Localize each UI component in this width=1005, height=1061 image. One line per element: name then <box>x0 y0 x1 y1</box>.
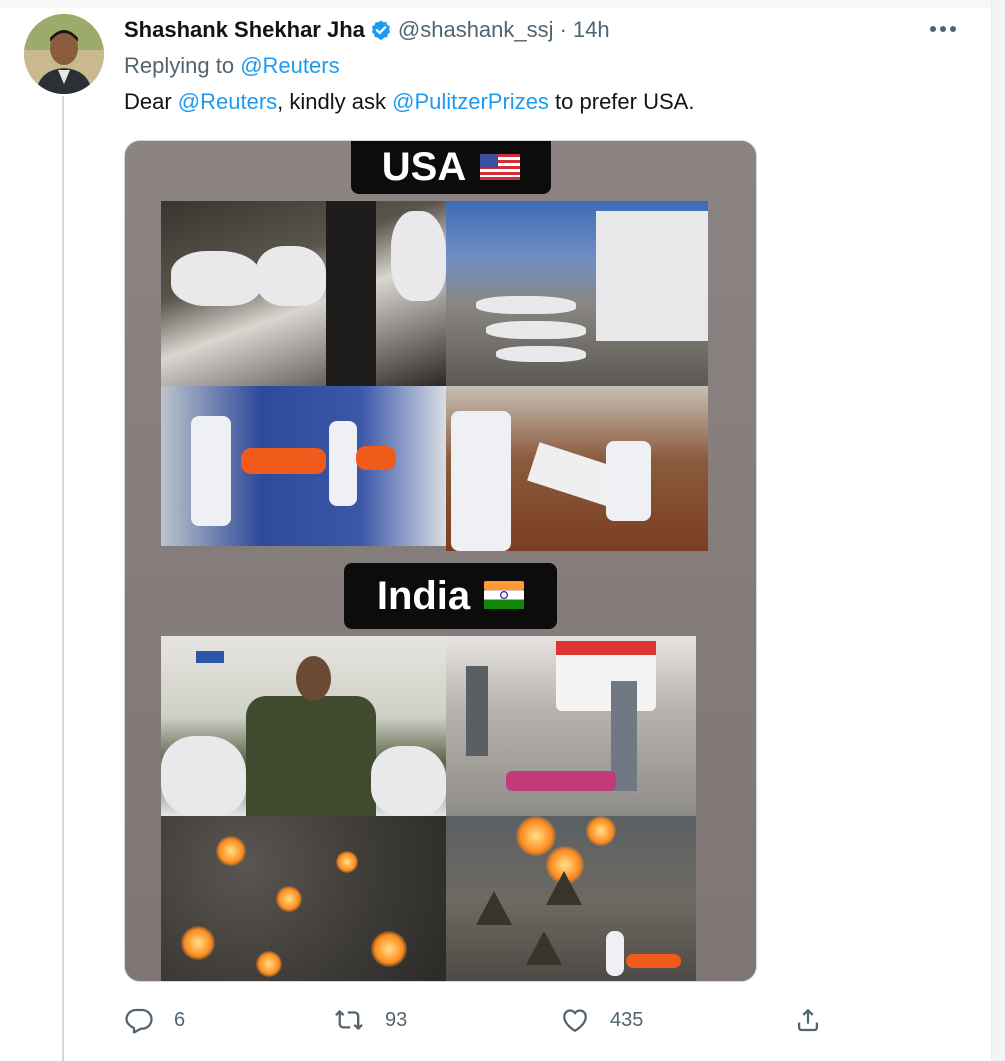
mention-pulitzer[interactable]: @PulitzerPrizes <box>392 89 549 114</box>
replying-to-mention[interactable]: @Reuters <box>240 53 339 78</box>
author-handle[interactable]: @shashank_ssj <box>398 17 554 43</box>
retweet-button[interactable]: 93 <box>333 1005 407 1035</box>
banner-india-label: India <box>376 573 471 618</box>
like-button[interactable]: 435 <box>560 1005 643 1035</box>
tweet-header: Shashank Shekhar Jha @shashank_ssj · 14h <box>124 16 610 44</box>
tweet-text-part: to prefer USA. <box>548 89 695 114</box>
page-scrollbar-track[interactable] <box>991 0 1005 1061</box>
mention-reuters[interactable]: @Reuters <box>178 89 277 114</box>
photo-usa-hospital-bags <box>161 201 446 386</box>
retweet-count: 93 <box>385 1008 408 1031</box>
photo-usa-burial <box>446 386 708 551</box>
reply-button[interactable]: 6 <box>124 1005 185 1035</box>
photo-india-hospital-entrance <box>446 636 696 816</box>
share-button[interactable] <box>793 1005 823 1035</box>
banner-india: India <box>344 563 557 629</box>
banner-usa-label: USA <box>381 145 467 189</box>
replying-to-line: Replying to @Reuters <box>124 53 340 79</box>
like-count: 435 <box>610 1008 644 1031</box>
avatar[interactable] <box>24 14 104 94</box>
verified-badge-icon <box>370 19 392 41</box>
page-top-edge <box>0 0 1005 8</box>
tweet-actions-bar: 6 93 435 <box>124 1005 844 1037</box>
tweet-text-part: , kindly ask <box>277 89 393 114</box>
thread-line <box>62 96 64 1061</box>
tweet-media-image[interactable]: USA India <box>124 140 757 982</box>
heart-icon <box>560 1005 590 1035</box>
photo-usa-ppe-stretchers <box>161 386 446 546</box>
reply-icon <box>124 1005 154 1035</box>
retweet-icon <box>333 1005 365 1035</box>
photo-india-hospital-oxygen <box>161 636 446 816</box>
author-name[interactable]: Shashank Shekhar Jha <box>124 17 365 43</box>
tweet-text-part: Dear <box>124 89 178 114</box>
banner-usa: USA <box>351 141 551 194</box>
share-icon <box>793 1005 823 1035</box>
photo-india-pyres-aerial <box>161 816 446 981</box>
photo-india-cremation-ground <box>446 816 696 981</box>
avatar-photo <box>24 14 104 94</box>
tweet-timestamp[interactable]: 14h <box>573 17 610 43</box>
india-flag-icon <box>484 574 525 619</box>
tweet-text: Dear @Reuters, kindly ask @PulitzerPrize… <box>124 89 694 115</box>
separator-dot: · <box>559 17 567 42</box>
usa-flag-icon <box>480 145 521 190</box>
photo-usa-truck-bodies <box>446 201 708 386</box>
replying-prefix: Replying to <box>124 53 235 78</box>
more-options-icon[interactable] <box>930 18 956 40</box>
reply-count: 6 <box>174 1008 186 1031</box>
